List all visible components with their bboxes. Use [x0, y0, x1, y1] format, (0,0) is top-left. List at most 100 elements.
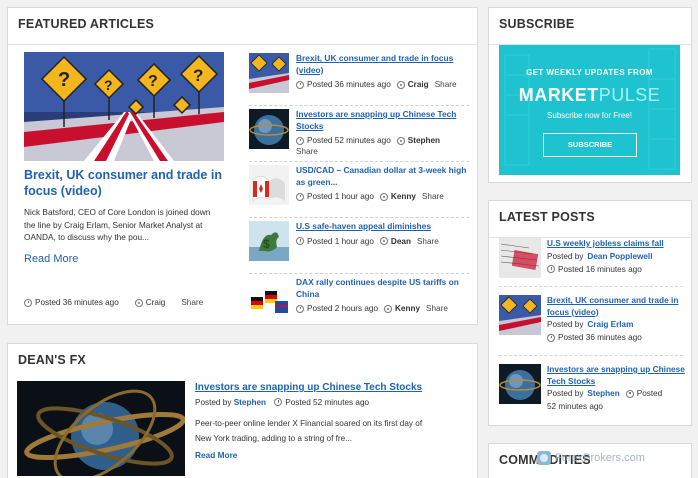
post-thumbnail[interactable] [499, 364, 541, 404]
article-thumbnail[interactable] [249, 277, 289, 317]
list-item: USD/CAD – Canadian dollar at 3-week high… [249, 164, 469, 218]
post-title[interactable]: U.S weekly jobless claims fall [547, 238, 687, 250]
side-article-title[interactable]: Investors are snapping up Chinese Tech S… [296, 109, 471, 132]
divider [499, 286, 683, 287]
clock-icon [547, 265, 555, 273]
subscribe-tagline: GET WEEKLY UPDATES FROM [526, 68, 653, 77]
side-article-meta: Posted 1 hour ago Dean Share [296, 237, 471, 246]
share-link[interactable]: Share [435, 80, 457, 89]
share-link[interactable]: Share [417, 237, 439, 246]
list-item: $ U.S safe-haven appeal diminishes Poste… [249, 220, 469, 274]
svg-text:$: $ [263, 237, 270, 251]
deans-fx-panel: DEAN'S FX Investors are snapping up Chin… [7, 343, 478, 478]
user-icon [396, 136, 405, 145]
share-link[interactable]: Share [296, 147, 471, 156]
side-time: Posted 1 hour ago [307, 236, 374, 246]
clock-icon [625, 389, 634, 398]
subscribe-heading: SUBSCRIBE [499, 17, 575, 31]
list-item: Brexit, UK consumer and trade in focus (… [249, 52, 469, 106]
divider [8, 44, 477, 45]
post-author-line: Posted by Stephen Posted [547, 387, 663, 400]
side-author[interactable]: Dean [391, 237, 411, 246]
clock-icon [296, 136, 304, 145]
deans-article-description: Peer-to-peer online lender X Financial s… [195, 419, 423, 443]
side-article-title[interactable]: DAX rally continues despite US tariffs o… [296, 277, 471, 300]
share-link[interactable]: Share [426, 304, 448, 313]
subscribe-button[interactable]: SUBSCRIBE [543, 133, 637, 157]
svg-text:?: ? [148, 73, 158, 90]
post-author[interactable]: Stephen [587, 387, 619, 400]
user-icon [396, 80, 405, 89]
article-thumbnail[interactable] [249, 53, 289, 93]
deans-article-image[interactable] [17, 381, 185, 476]
svg-text:?: ? [58, 69, 70, 91]
post-thumbnail[interactable] [499, 238, 541, 278]
clock-icon [296, 80, 304, 89]
side-author[interactable]: Kenny [395, 304, 420, 313]
watermark: ForexBrokers.com [537, 448, 687, 468]
post-author-line: Posted by Dean Popplewell [547, 250, 653, 263]
deans-article-meta: Posted by Stephen Posted 52 minutes ago [195, 398, 369, 407]
clock-icon [24, 298, 32, 307]
featured-articles-panel: FEATURED ARTICLES ? ? ? ? Brexit, UK con… [7, 7, 478, 325]
latest-posts-panel: LATEST POSTS U.S weekly jobless claims f… [488, 200, 692, 426]
clock-icon [296, 237, 304, 245]
clock-icon [296, 192, 304, 201]
hero-article-image[interactable]: ? ? ? ? [24, 52, 224, 161]
marketpulse-logo: MARKETPULSE [518, 85, 661, 105]
side-article-meta: Posted 1 hour ago Kenny Share [296, 192, 471, 201]
post-author[interactable]: Craig Erlam [587, 318, 633, 331]
clock-icon [296, 304, 304, 313]
share-link[interactable]: Share [422, 192, 444, 201]
hero-author[interactable]: Craig [146, 298, 166, 307]
hero-article-title[interactable]: Brexit, UK consumer and trade in focus (… [24, 167, 229, 199]
side-time: Posted 1 hour ago [307, 192, 374, 201]
hero-time: Posted 36 minutes ago [35, 298, 119, 307]
post-title[interactable]: Brexit, UK consumer and trade in focus (… [547, 295, 687, 318]
marketpulse-banner[interactable]: GET WEEKLY UPDATES FROM MARKETPULSE Subs… [499, 45, 680, 175]
side-time: Posted 2 hours ago [307, 304, 379, 313]
article-thumbnail[interactable] [249, 109, 289, 149]
post-title[interactable]: Investors are snapping up Chinese Tech S… [547, 364, 687, 387]
article-thumbnail[interactable] [249, 165, 289, 205]
hero-read-more-link[interactable]: Read More [24, 253, 78, 265]
user-icon [134, 298, 143, 307]
deans-fx-heading: DEAN'S FX [18, 353, 86, 367]
subscribe-panel: SUBSCRIBE GET WEEKLY UPDATES FROM MARKET… [488, 7, 692, 183]
deans-time: Posted 52 minutes ago [285, 398, 370, 407]
user-icon [384, 304, 393, 313]
side-article-meta: Posted 2 hours ago Kenny Share [296, 304, 471, 313]
deans-article-title[interactable]: Investors are snapping up Chinese Tech S… [195, 382, 422, 393]
side-author[interactable]: Craig [408, 80, 429, 89]
post-author-line: Posted by Craig Erlam [547, 318, 634, 331]
post-time-line: Posted 36 minutes ago [547, 331, 687, 344]
watermark-text: ForexBrokers.com [555, 452, 645, 464]
side-article-meta: Posted 52 minutes ago Stephen Share [296, 136, 471, 156]
post-time-line: 52 minutes ago [547, 402, 603, 411]
featured-side-list: Brexit, UK consumer and trade in focus (… [249, 52, 469, 332]
side-author[interactable]: Stephen [408, 136, 440, 145]
post-thumbnail[interactable] [499, 295, 541, 335]
side-article-meta: Posted 36 minutes ago Craig Share [296, 80, 471, 89]
user-icon [379, 237, 388, 245]
deans-read-more-link[interactable]: Read More [195, 450, 237, 460]
clock-icon [547, 333, 555, 342]
hero-share-link[interactable]: Share [181, 298, 203, 307]
latest-posts-heading: LATEST POSTS [499, 210, 595, 224]
divider [499, 355, 683, 356]
side-article-title[interactable]: Brexit, UK consumer and trade in focus (… [296, 53, 471, 76]
svg-text:?: ? [104, 77, 113, 93]
svg-text:?: ? [193, 66, 203, 85]
side-article-title[interactable]: U.S safe-haven appeal diminishes [296, 221, 471, 233]
user-icon [379, 192, 388, 201]
side-time: Posted 52 minutes ago [307, 136, 391, 145]
deans-author[interactable]: Stephen [234, 398, 266, 407]
article-thumbnail[interactable]: $ [249, 221, 289, 261]
side-author[interactable]: Kenny [391, 192, 416, 201]
featured-articles-heading: FEATURED ARTICLES [18, 17, 155, 31]
forexbrokers-logo-icon [537, 451, 551, 465]
subscribe-free-text: Subscribe now for Free! [547, 111, 632, 120]
side-article-title[interactable]: USD/CAD – Canadian dollar at 3-week high… [296, 165, 471, 188]
post-author[interactable]: Dean Popplewell [587, 250, 652, 263]
hero-article-meta: Posted 36 minutes ago Craig Share [24, 298, 203, 307]
